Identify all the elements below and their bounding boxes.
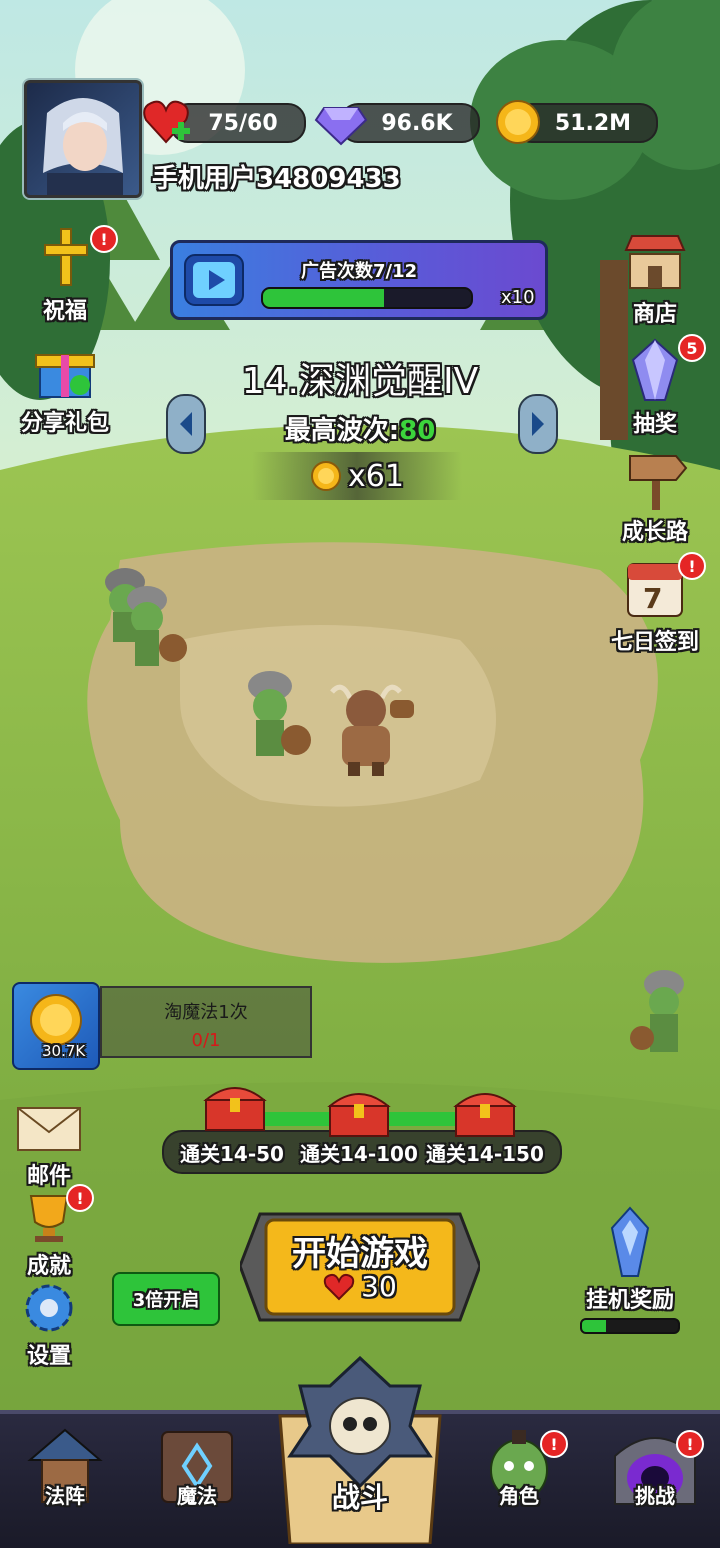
start-game-label: 开始游戏 — [292, 1234, 428, 1274]
gem-icon — [314, 107, 368, 146]
best-wave-value: 80 — [399, 416, 436, 446]
ad-reward-banner[interactable]: 广告次数7/12 x10 — [170, 240, 548, 320]
level-reward: x61 — [252, 452, 462, 500]
draw-label: 抽奖 — [632, 412, 677, 437]
alert-badge: ! — [676, 1430, 704, 1458]
checkin-day: 7 — [643, 582, 663, 615]
start-cost-value: 30 — [361, 1270, 397, 1303]
share-gift-label: 分享礼包 — [20, 411, 109, 436]
idle-reward-button[interactable]: 挂机奖励 — [574, 1206, 686, 1334]
achievement-button[interactable]: 成就 ! — [0, 1184, 104, 1280]
best-wave-label: 最高波次: — [284, 416, 400, 446]
gem-value: 96.6K — [381, 110, 453, 136]
treasure-chest-icon[interactable] — [326, 1082, 392, 1138]
share-gift-button[interactable]: 分享礼包 — [10, 345, 120, 437]
goblin-soldier-icon — [630, 970, 684, 1052]
player-avatar[interactable] — [24, 80, 142, 198]
seven-day-checkin-button[interactable]: 7 七日签到 ! — [600, 552, 710, 656]
bless-button[interactable]: 祝福 ! — [10, 225, 120, 325]
level-reward-amount: x61 — [348, 458, 404, 494]
alert-badge: ! — [678, 552, 706, 580]
mail-button[interactable]: 邮件 — [0, 1104, 104, 1190]
draw-count-badge: 5 — [678, 334, 706, 362]
blue-crystal-icon — [610, 1206, 650, 1277]
crystal-icon — [631, 338, 679, 401]
milestone-label-2: 通关14-100 — [300, 1142, 418, 1166]
checkin-label: 七日签到 — [610, 630, 699, 655]
milestone-label-1: 通关14-50 — [180, 1142, 284, 1166]
start-cost: 30 — [240, 1270, 480, 1303]
nav-battle[interactable]: 战斗 — [270, 1355, 450, 1546]
start-game-button[interactable]: 开始游戏 30 — [240, 1206, 480, 1328]
nav-character[interactable]: 角色 ! — [464, 1426, 574, 1509]
goblin-soldier-icon — [105, 568, 187, 666]
nav-magic[interactable]: 魔法 — [142, 1426, 252, 1509]
settings-label: 设置 — [26, 1344, 71, 1369]
ad-count-text: 广告次数7/12 — [301, 261, 418, 282]
quest-info: 淘魔法1次 0/1 — [100, 986, 312, 1058]
settings-button[interactable]: 设置 — [0, 1282, 104, 1370]
ad-multiplier: x10 — [501, 287, 535, 308]
quest-panel[interactable]: 30.7K 淘魔法1次 0/1 — [12, 982, 312, 1070]
nav-battle-label: 战斗 — [331, 1481, 388, 1514]
next-level-button[interactable] — [518, 394, 558, 454]
ad-progress-fill — [263, 289, 384, 307]
quest-title: 淘魔法1次 — [164, 1002, 248, 1023]
heart-plus-icon[interactable] — [142, 98, 194, 148]
coin-value: 51.2M — [554, 110, 632, 136]
signpost-icon — [629, 455, 688, 510]
energy-value: 75/60 — [208, 110, 278, 136]
quest-coin-amount: 30.7K — [42, 1042, 86, 1060]
quest-coin-box: 30.7K — [12, 982, 100, 1070]
alert-badge: ! — [540, 1430, 568, 1458]
golden-cross-icon — [44, 228, 88, 286]
heart-icon — [323, 1273, 355, 1300]
triple-speed-button[interactable]: 3倍开启 — [112, 1272, 220, 1326]
video-play-icon — [184, 254, 244, 306]
growth-road-button[interactable]: 成长路 — [600, 448, 710, 546]
shop-button[interactable]: 商店 — [600, 232, 710, 328]
player-name: 手机用户34809433 — [152, 164, 401, 194]
growth-road-label: 成长路 — [621, 520, 688, 545]
idle-reward-label: 挂机奖励 — [585, 1288, 674, 1313]
shop-label: 商店 — [632, 302, 677, 327]
coin-icon — [30, 994, 82, 1046]
mail-label: 邮件 — [26, 1164, 71, 1189]
milestone-label-3: 通关14-150 — [426, 1142, 544, 1166]
goblin-soldier-icon — [248, 671, 311, 756]
draw-button[interactable]: 抽奖 5 — [600, 334, 710, 438]
nav-formation[interactable]: 法阵 — [10, 1426, 120, 1509]
avatar-portrait-icon — [43, 98, 123, 195]
shop-stall-icon — [624, 235, 686, 289]
chevron-right-icon — [532, 412, 544, 436]
achievement-label: 成就 — [26, 1254, 71, 1279]
ad-progress-bar — [261, 287, 473, 309]
alert-badge: ! — [66, 1184, 94, 1212]
bless-label: 祝福 — [42, 299, 87, 324]
idle-reward-progress — [580, 1318, 680, 1334]
gift-box-icon — [35, 354, 95, 398]
alert-badge: ! — [90, 225, 118, 253]
coin-icon — [496, 100, 540, 144]
prev-level-button[interactable] — [166, 394, 206, 454]
treasure-chest-icon[interactable] — [202, 1076, 268, 1132]
treasure-chest-icon[interactable] — [452, 1082, 518, 1138]
gear-icon — [25, 1284, 73, 1332]
minotaur-hero-icon — [330, 684, 414, 776]
envelope-icon — [17, 1107, 81, 1151]
coin-icon — [311, 461, 342, 491]
chevron-left-icon — [180, 412, 192, 436]
quest-progress: 0/1 — [191, 1030, 221, 1051]
idle-reward-progress-fill — [582, 1320, 606, 1332]
nav-challenge[interactable]: 挑战 ! — [600, 1426, 710, 1509]
